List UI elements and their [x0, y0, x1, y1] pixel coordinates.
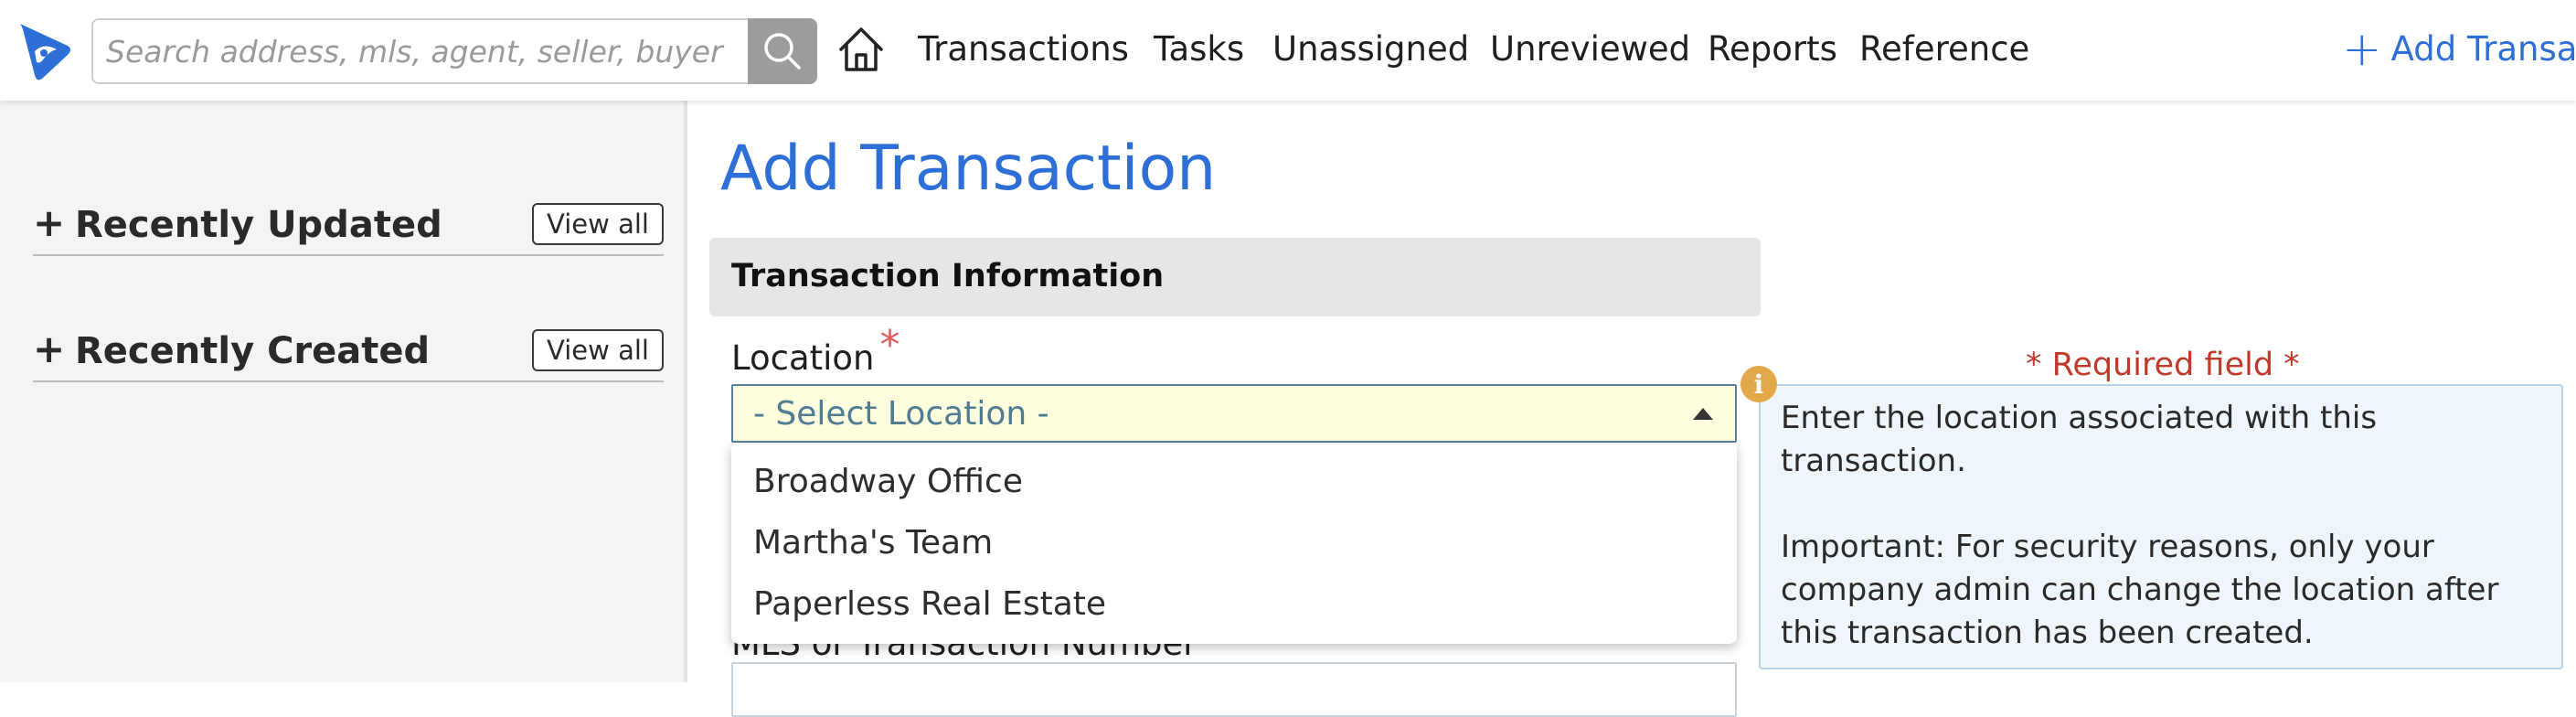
- section-title[interactable]: Recently Created: [75, 329, 430, 373]
- location-label-text: Location: [731, 338, 875, 378]
- nav-reports[interactable]: Reports: [1708, 27, 1837, 71]
- top-navbar: Transactions Tasks Unassigned Unreviewed…: [0, 0, 2576, 101]
- nav-reference[interactable]: Reference: [1859, 27, 2029, 71]
- required-star: *: [879, 322, 900, 369]
- expand-toggle-icon[interactable]: +: [33, 327, 65, 371]
- help-paragraph: Important: For security reasons, only yo…: [1781, 529, 2499, 651]
- sidebar-section-recently-created: + Recently Created View all: [33, 326, 664, 382]
- search-icon: [764, 33, 801, 70]
- nav-tasks[interactable]: Tasks: [1154, 27, 1244, 71]
- dropdown-option-paperless-real-estate[interactable]: Paperless Real Estate: [731, 580, 1737, 641]
- help-paragraph: Enter the location associated with this …: [1781, 400, 2378, 479]
- section-header: Transaction Information: [709, 238, 1761, 316]
- help-text: Enter the location associated with this …: [1781, 397, 2549, 655]
- location-label: Location *: [731, 324, 900, 380]
- home-icon[interactable]: [836, 24, 887, 75]
- dropdown-option-marthas-team[interactable]: Martha's Team: [731, 519, 1737, 580]
- location-select[interactable]: - Select Location -: [731, 384, 1737, 443]
- next-field-input[interactable]: [731, 662, 1737, 717]
- location-dropdown: Broadway Office Martha's Team Paperless …: [731, 444, 1737, 644]
- search-bar: [91, 18, 817, 84]
- sidebar-section-recently-updated: + Recently Updated View all: [33, 199, 664, 256]
- info-icon: i: [1740, 366, 1777, 402]
- caret-up-icon: [1693, 408, 1713, 420]
- section-header-title: Transaction Information: [731, 258, 1165, 294]
- sidebar: + Recently Updated View all + Recently C…: [0, 101, 684, 682]
- help-panel: Enter the location associated with this …: [1759, 384, 2563, 669]
- section-title[interactable]: Recently Updated: [75, 203, 442, 247]
- nav-transactions[interactable]: Transactions: [918, 27, 1129, 71]
- search-button[interactable]: [748, 18, 817, 84]
- add-transaction-label: Add Transa: [2390, 29, 2576, 69]
- page-title: Add Transaction: [720, 133, 1217, 205]
- nav-unassigned[interactable]: Unassigned: [1272, 27, 1469, 71]
- search-input[interactable]: [91, 18, 748, 84]
- view-all-button[interactable]: View all: [532, 203, 664, 245]
- add-transaction-link[interactable]: + Add Transa: [2342, 22, 2576, 77]
- view-all-button[interactable]: View all: [532, 329, 664, 371]
- app-logo-icon[interactable]: [16, 18, 75, 82]
- required-field-note: * Required field *: [2026, 347, 2300, 383]
- location-select-value: - Select Location -: [753, 395, 1049, 433]
- expand-toggle-icon[interactable]: +: [33, 201, 65, 245]
- plus-icon: +: [2342, 22, 2382, 77]
- sidebar-divider: [684, 101, 687, 682]
- nav-unreviewed[interactable]: Unreviewed: [1490, 27, 1690, 71]
- dropdown-option-broadway-office[interactable]: Broadway Office: [731, 457, 1737, 519]
